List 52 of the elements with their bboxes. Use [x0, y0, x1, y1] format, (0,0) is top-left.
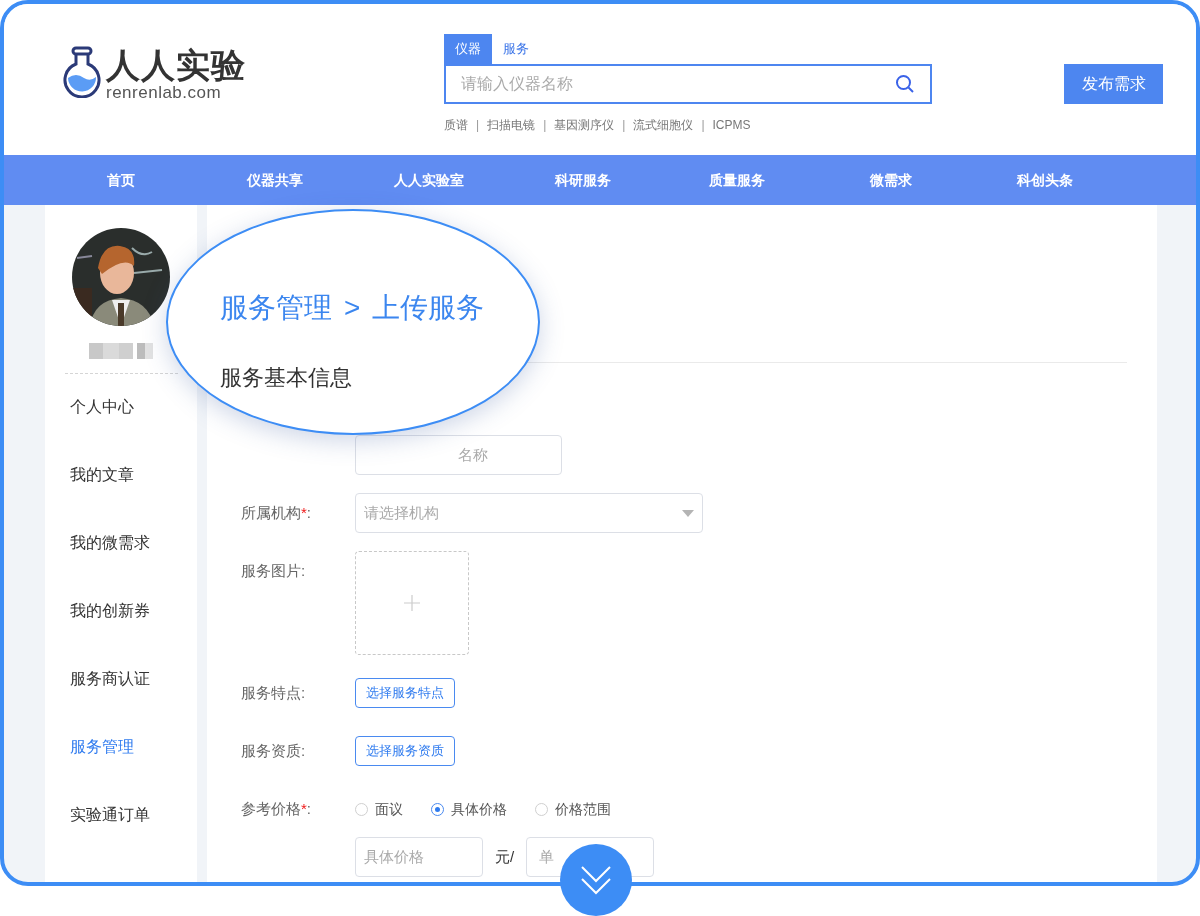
hot-search-link[interactable]: ICPMS	[712, 116, 751, 134]
field-label: 所属机构*:	[241, 503, 312, 523]
organization-select[interactable]: 请选择机构	[355, 493, 703, 533]
select-button[interactable]: 选择服务特点	[355, 678, 455, 708]
radio-label[interactable]: 面议	[375, 798, 403, 820]
price-field[interactable]: 具体价格	[355, 837, 483, 877]
section-title: 服务基本信息	[220, 364, 353, 392]
caret-icon	[682, 509, 694, 517]
separator: |	[622, 117, 626, 134]
nav-item[interactable]: 人人实验室	[352, 155, 506, 205]
logo-title: 人人实验	[106, 46, 246, 84]
hot-search-link[interactable]: 流式细胞仪	[633, 116, 694, 134]
hot-search-link[interactable]: 基因测序仪	[554, 116, 615, 134]
separator: |	[543, 117, 547, 134]
blurred-username-drawing	[89, 343, 153, 359]
sidebar-item[interactable]: 个人中心	[70, 396, 134, 418]
search-icon[interactable]	[895, 74, 915, 94]
publish-button[interactable]: 发布需求	[1064, 64, 1163, 104]
radio-label[interactable]: 价格范围	[555, 798, 611, 820]
logo-domain: renrenlab.com	[106, 84, 223, 102]
nav-item[interactable]: 科创头条	[968, 155, 1122, 205]
select-button[interactable]: 选择服务资质	[355, 736, 455, 766]
separator: |	[701, 117, 705, 134]
field-label: 参考价格*:	[241, 799, 312, 819]
sidebar-item[interactable]: 我的文章	[70, 464, 134, 486]
hot-search-link[interactable]: 质谱	[444, 116, 468, 134]
nav-item[interactable]: 科研服务	[506, 155, 660, 205]
sidebar-item[interactable]: 实验通订单	[70, 804, 150, 826]
sidebar-item[interactable]: 服务商认证	[70, 668, 150, 690]
breadcrumb-current: 上传服务	[372, 291, 485, 325]
search-tab[interactable]: 仪器	[444, 34, 492, 64]
field-label: 服务特点:	[241, 683, 307, 703]
nav-item[interactable]: 微需求	[814, 155, 968, 205]
sidebar-item[interactable]: 服务管理	[70, 736, 134, 758]
flask-logo-icon	[62, 46, 102, 98]
separator: |	[476, 117, 480, 134]
breadcrumb-link[interactable]: 服务管理	[220, 287, 332, 329]
hot-search-link[interactable]: 扫描电镜	[487, 116, 536, 134]
sidebar-item[interactable]: 我的创新券	[70, 600, 150, 622]
sidebar-item[interactable]: 我的微需求	[70, 532, 150, 554]
field-label: 服务资质:	[241, 741, 307, 761]
plus-icon	[404, 595, 420, 611]
service-name-field[interactable]: 名称	[355, 435, 562, 475]
field-label: 服务图片:	[241, 561, 307, 581]
nav-item[interactable]: 仪器共享	[198, 155, 352, 205]
double-chevron-down-icon	[580, 863, 612, 897]
radio-label[interactable]: 具体价格	[451, 798, 507, 820]
breadcrumb-separator: >	[344, 291, 361, 325]
unit-text: 元/	[495, 846, 515, 867]
search-field[interactable]: 请输入仪器名称	[444, 64, 932, 104]
nav-item[interactable]: 首页	[44, 155, 198, 205]
nav-item[interactable]: 质量服务	[660, 155, 814, 205]
